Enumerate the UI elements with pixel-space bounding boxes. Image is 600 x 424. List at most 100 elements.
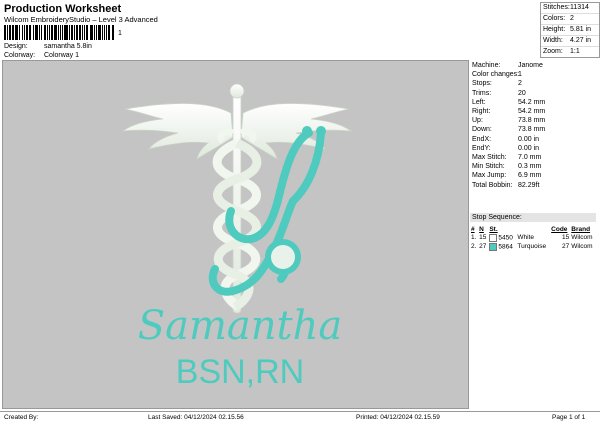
embroidery-design: Samantha BSN,RN bbox=[121, 83, 353, 391]
barcode-bar bbox=[21, 25, 23, 40]
created-by: Created By: bbox=[4, 414, 39, 421]
machine-info-row: Up: 73.8 mm bbox=[470, 116, 596, 125]
stat-zoom: Zoom: 1:1 bbox=[543, 48, 580, 55]
info-label: Max Jump: bbox=[472, 172, 507, 180]
barcode-bar bbox=[84, 25, 86, 40]
machine-info-row: Total Bobbin: 82.29ft bbox=[470, 181, 596, 190]
barcode-bar bbox=[62, 25, 64, 40]
info-label: Up: bbox=[472, 117, 483, 125]
info-value: 6.9 mm bbox=[518, 172, 542, 180]
machine-info-row: Max Jump: 6.9 mm bbox=[470, 171, 596, 180]
barcode-bar bbox=[68, 25, 70, 40]
info-label: Max Stitch: bbox=[472, 154, 507, 161]
machine-info-row: Machine: Janome bbox=[470, 61, 596, 70]
info-value: 82.29ft bbox=[518, 181, 540, 189]
barcode-bar bbox=[34, 25, 39, 40]
design-credentials-text: BSN,RN bbox=[176, 353, 304, 391]
barcode-bar bbox=[78, 25, 81, 40]
machine-info-row: Color changes: 1 bbox=[470, 70, 596, 79]
barcode-bar bbox=[101, 25, 103, 40]
info-value: 73.8 mm bbox=[518, 126, 546, 134]
stop-table-header: # N St. Code Brand bbox=[471, 225, 591, 233]
barcode-bar bbox=[70, 25, 74, 40]
last-saved: Last Saved: 04/12/2024 02.15.56 bbox=[148, 414, 244, 421]
design-row: Design: samantha 5.8in bbox=[0, 43, 200, 52]
barcode-bar bbox=[108, 25, 111, 40]
barcode-bar bbox=[96, 25, 98, 40]
info-label: Total Bobbin: bbox=[472, 181, 513, 189]
color-swatch bbox=[489, 233, 498, 242]
colorway-value: Colorway 1 bbox=[44, 52, 80, 59]
info-value: 0.00 in bbox=[518, 135, 540, 143]
machine-info-row: EndY: 0.00 in bbox=[470, 144, 596, 153]
info-value: 73.8 mm bbox=[518, 117, 546, 125]
barcode-bar bbox=[7, 25, 9, 40]
barcode-bar bbox=[39, 25, 41, 40]
info-value: 0.3 mm bbox=[518, 163, 542, 171]
stat-stitches: Stitches: 11314 bbox=[541, 3, 599, 14]
barcode-bar bbox=[25, 25, 29, 40]
stats-box: Stitches: 11314 Colors: 2 Height: 5.81 in W… bbox=[540, 2, 600, 58]
color-swatch bbox=[489, 242, 498, 251]
barcode-bar bbox=[103, 25, 105, 40]
stop-sequence-title: Stop Sequence: bbox=[470, 213, 596, 222]
machine-info-row: Right: 54.2 mm bbox=[470, 107, 596, 116]
info-value: 1 bbox=[518, 71, 522, 79]
machine-info-panel: Total Bobbin: 82.29ft Max Jump: 6.9 mm Min S… bbox=[468, 60, 598, 407]
barcode-bar bbox=[32, 25, 34, 40]
info-value: 54.2 mm bbox=[518, 108, 546, 115]
page-number: Page 1 of 1 bbox=[552, 414, 586, 421]
stat-colors: Colors: 2 bbox=[541, 14, 599, 25]
info-value: Janome bbox=[518, 62, 543, 69]
design-name-text: Samantha bbox=[138, 303, 342, 349]
machine-info-row: Down: 73.8 mm bbox=[470, 125, 596, 134]
barcode-bar bbox=[48, 25, 51, 40]
barcode-bar bbox=[51, 25, 54, 40]
chestpiece-inner bbox=[271, 245, 295, 269]
machine-info-row: Left: 54.2 mm bbox=[470, 98, 596, 107]
barcode-bar bbox=[74, 25, 76, 40]
barcode-bar bbox=[9, 25, 11, 40]
machine-info-row: Max Stitch: 7.0 mm bbox=[470, 153, 596, 162]
stop-sequence-table: # N St. Code Brand 1. 15 5450 White 15 W… bbox=[470, 225, 596, 251]
colorway-label: Colorway: bbox=[4, 52, 36, 59]
info-label: Stops: bbox=[472, 80, 492, 88]
barcode-bar bbox=[111, 25, 114, 40]
barcode-bar bbox=[98, 25, 101, 40]
info-label: Left: bbox=[472, 98, 486, 106]
info-label: Machine: bbox=[472, 62, 501, 69]
info-value: 54.2 mm bbox=[518, 98, 546, 106]
barcode bbox=[4, 25, 116, 40]
earpiece-left bbox=[302, 126, 312, 136]
design-value: samantha 5.8in bbox=[44, 43, 92, 50]
barcode-bar bbox=[41, 25, 43, 40]
barcode-bar bbox=[19, 25, 21, 40]
barcode-bar bbox=[57, 25, 59, 40]
info-value: 0.00 in bbox=[518, 144, 540, 152]
table-row: 2. 27 5864 Turquoise 27 Wilcom bbox=[471, 242, 593, 251]
info-label: EndY: bbox=[472, 144, 491, 152]
machine-info-row: Trims: 20 bbox=[470, 89, 596, 98]
software-name: Wilcom EmbroideryStudio – Level 3 Advanc… bbox=[4, 15, 158, 24]
worksheet-title: Production Worksheet bbox=[4, 3, 122, 15]
barcode-bar bbox=[46, 25, 48, 40]
stat-height: Height: 5.81 in bbox=[541, 25, 599, 36]
info-value: 7.0 mm bbox=[518, 154, 542, 161]
barcode-bar bbox=[14, 25, 19, 40]
barcode-bar bbox=[11, 25, 14, 40]
barcode-bar bbox=[76, 25, 78, 40]
info-label: Down: bbox=[472, 126, 492, 134]
table-row: 1. 15 5450 White 15 Wilcom bbox=[471, 233, 593, 242]
barcode-bar bbox=[93, 25, 96, 40]
barcode-bar bbox=[4, 25, 7, 40]
barcode-bar bbox=[54, 25, 57, 40]
info-label: Right: bbox=[472, 108, 491, 115]
info-value: 2 bbox=[518, 80, 522, 88]
info-label: Trims: bbox=[472, 89, 492, 97]
barcode-bar bbox=[86, 25, 89, 40]
barcode-bar bbox=[43, 25, 46, 40]
machine-info-row: Stops: 2 bbox=[470, 79, 596, 88]
barcode-bar bbox=[29, 25, 32, 40]
printed-date: Printed: 04/12/2024 02.15.59 bbox=[356, 414, 440, 421]
barcode-bar bbox=[59, 25, 62, 40]
